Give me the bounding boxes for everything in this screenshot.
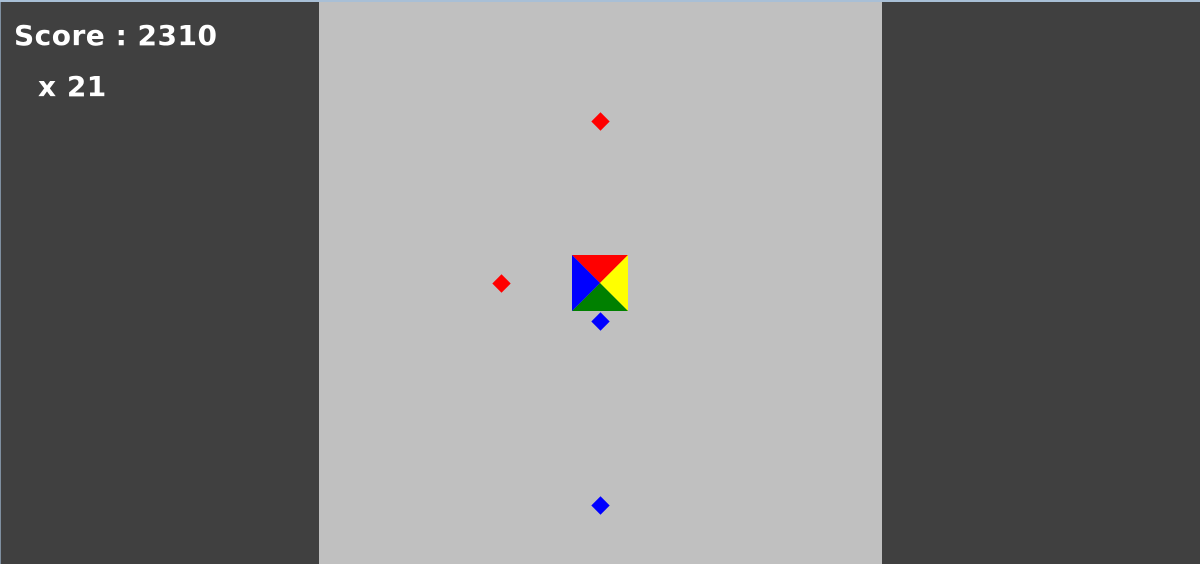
pickup-blue-near [591, 312, 610, 331]
multiplier-display: x 21 [38, 73, 107, 101]
multiplier-value: 21 [66, 70, 107, 103]
pickup-red-left [492, 274, 511, 293]
score-label: Score [14, 19, 106, 52]
pickup-blue-bottom [591, 496, 610, 515]
score-display: Score : 2310 [14, 22, 217, 50]
left-side-panel: Score : 2310 x 21 [0, 2, 319, 564]
player-block[interactable] [572, 255, 628, 311]
score-value: 2310 [137, 19, 218, 52]
right-side-panel [882, 2, 1200, 564]
game-screen: Score : 2310 x 21 [0, 0, 1200, 564]
score-separator: : [115, 19, 128, 52]
pickup-red-top [591, 112, 610, 131]
multiplier-symbol: x [38, 70, 57, 103]
playfield[interactable] [319, 2, 882, 564]
